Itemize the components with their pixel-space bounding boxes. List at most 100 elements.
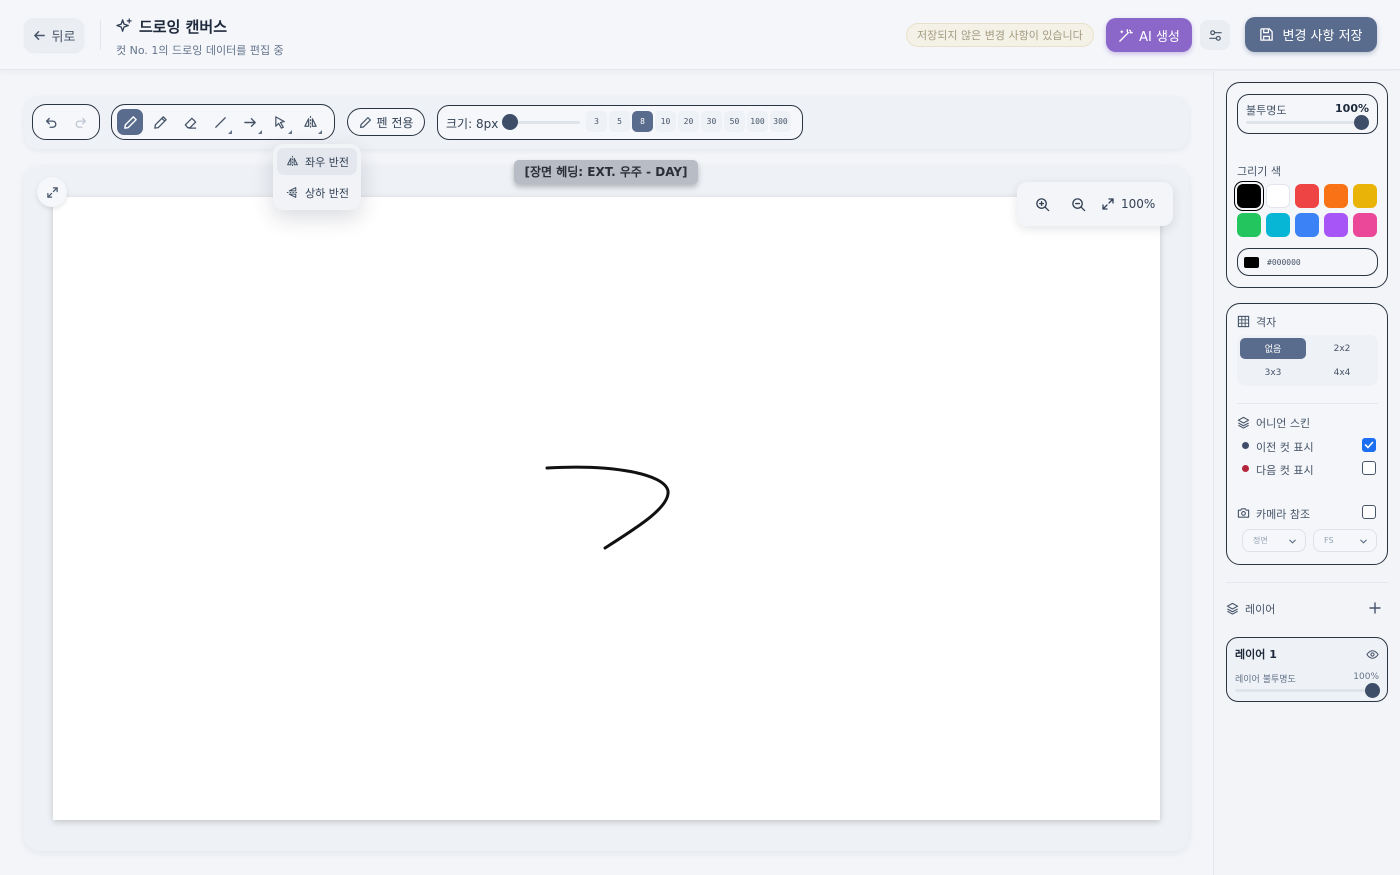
ai-generate-label: AI 생성	[1139, 29, 1180, 45]
submenu-indicator	[288, 130, 292, 134]
pencil-icon	[359, 116, 371, 128]
color-swatch-cyan[interactable]	[1266, 213, 1290, 237]
onion-next-checkbox[interactable]	[1362, 461, 1376, 475]
opacity-value: 100%	[1335, 102, 1369, 115]
flip-vertical-option[interactable]: 상하 반전	[277, 179, 357, 206]
camera-ref-checkbox[interactable]	[1362, 505, 1376, 519]
fullscreen-button[interactable]	[37, 177, 67, 207]
fit-screen-icon	[1102, 198, 1114, 210]
title-block: 드로잉 캔버스 컷 No. 1의 드로잉 데이터를 편집 중	[116, 16, 284, 58]
drawn-stroke	[545, 465, 670, 550]
camera-angle-select[interactable]: 정면	[1242, 529, 1306, 552]
eraser-tool-button[interactable]	[177, 109, 203, 135]
camera-shot-select[interactable]: FS	[1313, 529, 1377, 552]
unsaved-badge: 저장되지 않은 변경 사항이 있습니다	[906, 23, 1094, 47]
save-label: 변경 사항 저장	[1282, 29, 1363, 44]
pen-icon	[123, 115, 137, 129]
arrow-tool-button[interactable]	[237, 109, 263, 135]
color-swatch-blue[interactable]	[1295, 213, 1319, 237]
submenu-indicator	[228, 130, 232, 134]
zoom-in-button[interactable]	[1029, 191, 1055, 217]
cursor-icon	[274, 115, 285, 129]
undo-icon	[45, 117, 57, 128]
redo-button[interactable]	[68, 109, 94, 135]
tools-group	[111, 104, 335, 140]
back-button[interactable]: 뒤로	[24, 18, 84, 52]
brush-size-label: 크기: 8px	[446, 117, 499, 131]
opacity-control: 불투명도 100%	[1237, 94, 1378, 134]
expand-icon	[46, 186, 58, 198]
redo-icon	[75, 117, 87, 128]
pencil-tool-button[interactable]	[147, 109, 173, 135]
line-tool-button[interactable]	[207, 109, 233, 135]
color-swatch-orange[interactable]	[1324, 184, 1348, 208]
save-button[interactable]: 변경 사항 저장	[1245, 17, 1377, 52]
layers-icon	[1237, 416, 1250, 429]
pen-tool-button[interactable]	[117, 109, 143, 135]
zoom-controls: 100%	[1017, 182, 1173, 226]
grid-option-none[interactable]: 없음	[1240, 338, 1306, 359]
flip-menu: 좌우 반전 상하 반전	[273, 144, 361, 210]
size-preset-30[interactable]: 30	[701, 111, 722, 132]
onion-prev-checkbox[interactable]	[1362, 438, 1376, 452]
size-preset-100[interactable]: 100	[747, 111, 768, 132]
settings-button[interactable]	[1200, 20, 1230, 50]
color-swatch-white[interactable]	[1266, 184, 1290, 208]
layer-opacity-slider-knob[interactable]	[1365, 683, 1380, 698]
pen-only-label: 펜 전용	[376, 115, 414, 130]
zoom-level: 100%	[1121, 197, 1156, 211]
flip-vertical-label: 상하 반전	[305, 186, 349, 200]
pencil-icon	[153, 115, 167, 129]
grid-option-2x2[interactable]: 2x2	[1309, 338, 1375, 359]
color-swatch-red[interactable]	[1295, 184, 1319, 208]
opacity-slider-knob[interactable]	[1354, 115, 1369, 130]
opacity-slider[interactable]	[1246, 121, 1362, 124]
app-header: 뒤로 드로잉 캔버스 컷 No. 1의 드로잉 데이터를 편집 중 저장되지 않…	[0, 0, 1400, 70]
color-swatch-green[interactable]	[1237, 213, 1261, 237]
grid-option-4x4[interactable]: 4x4	[1309, 362, 1375, 383]
select-tool-button[interactable]	[267, 109, 293, 135]
prev-cut-dot	[1242, 442, 1249, 449]
flip-tool-button[interactable]	[297, 109, 323, 135]
eye-icon[interactable]	[1366, 648, 1379, 661]
add-layer-button[interactable]	[1365, 598, 1385, 618]
zoom-in-icon	[1035, 197, 1049, 211]
color-swatch-black[interactable]	[1237, 184, 1261, 208]
current-color-preview	[1244, 256, 1259, 268]
hex-color-input[interactable]: #000000	[1237, 248, 1378, 276]
ai-generate-button[interactable]: AI 생성	[1106, 18, 1192, 52]
layer-opacity-slider[interactable]	[1235, 689, 1367, 692]
size-preset-5[interactable]: 5	[609, 111, 630, 132]
drawing-toolbar: 펜 전용 크기: 8px 3 5 8 10 20 30 50 100 300	[24, 96, 1189, 149]
brush-size-slider[interactable]	[510, 121, 580, 124]
layer-opacity-value: 100%	[1353, 672, 1379, 682]
flip-horizontal-option[interactable]: 좌우 반전	[277, 148, 357, 175]
zoom-reset-button[interactable]: 100%	[1101, 197, 1155, 211]
brush-size-slider-knob[interactable]	[502, 114, 518, 130]
flip-horizontal-icon	[287, 155, 298, 168]
layers-label: 레이어	[1245, 603, 1276, 616]
camera-angle-value: 정면	[1253, 536, 1268, 545]
layer-name: 레이어 1	[1235, 648, 1277, 661]
size-preset-20[interactable]: 20	[678, 111, 699, 132]
section-divider	[1237, 403, 1378, 404]
layer-item[interactable]: 레이어 1 레이어 불투명도 100%	[1226, 637, 1388, 702]
color-swatch-yellow[interactable]	[1353, 184, 1377, 208]
grid-label: 격자	[1256, 316, 1277, 329]
flip-horizontal-label: 좌우 반전	[305, 155, 349, 169]
size-preset-300[interactable]: 300	[770, 111, 791, 132]
arrow-left-icon	[33, 30, 45, 40]
size-preset-3[interactable]: 3	[586, 111, 607, 132]
color-swatch-purple[interactable]	[1324, 213, 1348, 237]
plus-icon	[1369, 602, 1381, 614]
undo-button[interactable]	[38, 109, 64, 135]
zoom-out-button[interactable]	[1065, 191, 1091, 217]
color-swatch-pink[interactable]	[1353, 213, 1377, 237]
hex-value: #000000	[1267, 257, 1301, 267]
size-preset-8[interactable]: 8	[632, 111, 653, 132]
pen-only-button[interactable]: 펜 전용	[347, 108, 425, 136]
grid-option-3x3[interactable]: 3x3	[1240, 362, 1306, 383]
size-preset-10[interactable]: 10	[655, 111, 676, 132]
drawing-canvas[interactable]	[53, 197, 1160, 820]
size-preset-50[interactable]: 50	[724, 111, 745, 132]
